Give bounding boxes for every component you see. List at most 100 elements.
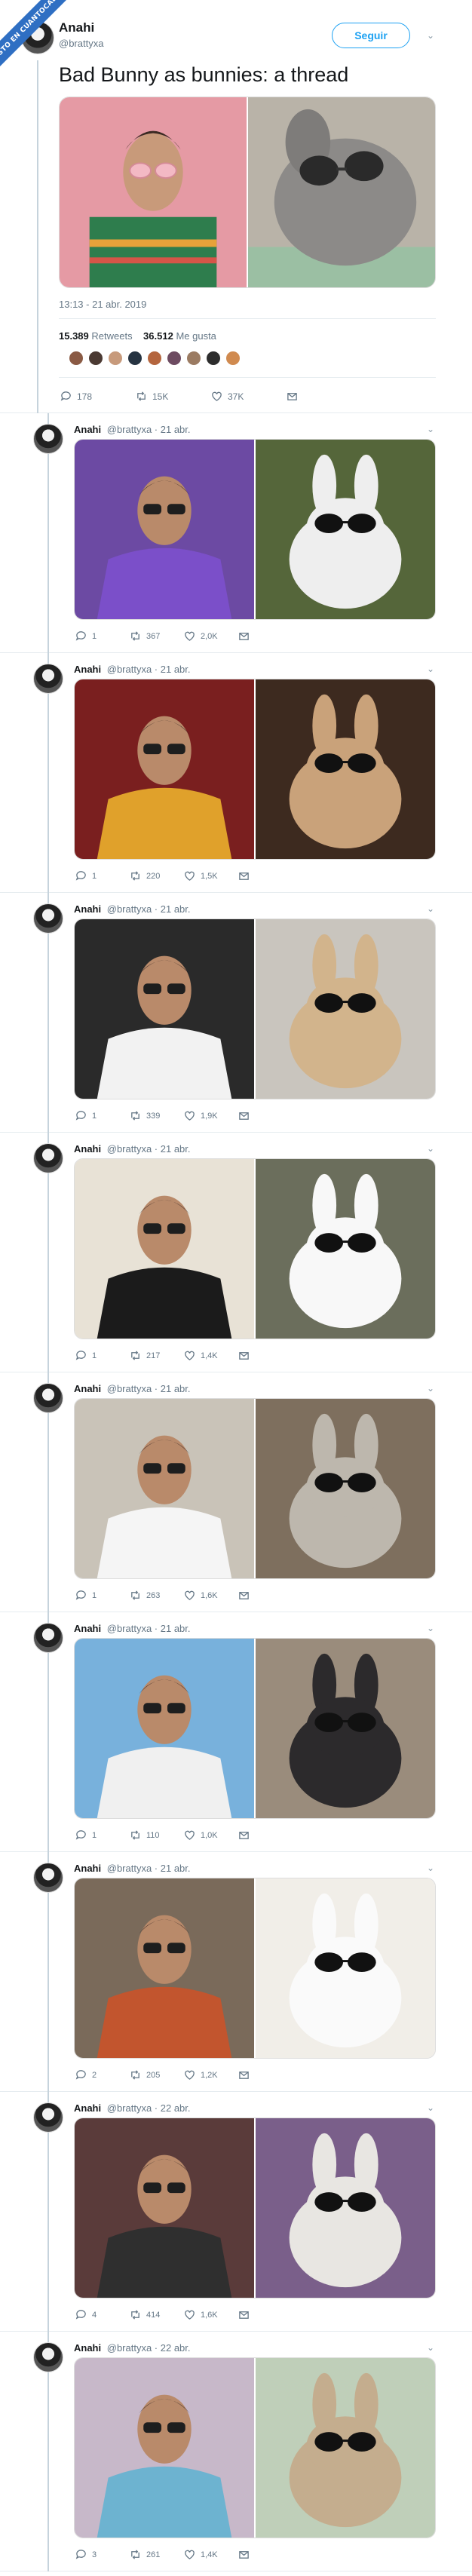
follow-button[interactable]: Seguir bbox=[332, 23, 410, 48]
dm-button[interactable] bbox=[238, 2309, 253, 2320]
avatar[interactable] bbox=[33, 424, 63, 454]
author-name[interactable]: Anahi bbox=[74, 1623, 101, 1634]
like-button[interactable]: 1,9K bbox=[184, 1110, 238, 1121]
author-meta[interactable]: @brattyxa · 21 abr. bbox=[107, 903, 191, 915]
tweet-media[interactable] bbox=[59, 97, 436, 288]
tweet-media[interactable] bbox=[74, 1878, 436, 2059]
author-name[interactable]: Anahi bbox=[74, 424, 101, 435]
bad-bunny-photo[interactable] bbox=[75, 1639, 254, 1818]
bunny-photo[interactable] bbox=[256, 679, 435, 859]
bunny-photo[interactable] bbox=[256, 1878, 435, 2058]
liker-avatar[interactable] bbox=[146, 350, 163, 366]
avatar[interactable] bbox=[33, 903, 63, 934]
bunny-photo[interactable] bbox=[248, 97, 435, 287]
like-button[interactable]: 1,4K bbox=[184, 2549, 238, 2560]
author-name[interactable]: Anahi bbox=[74, 1383, 101, 1394]
timestamp[interactable]: 13:13 - 21 abr. 2019 bbox=[59, 299, 146, 310]
tweet-media[interactable] bbox=[74, 1158, 436, 1339]
author-meta[interactable]: @brattyxa · 22 abr. bbox=[107, 2342, 191, 2354]
avatar[interactable] bbox=[33, 1383, 63, 1413]
retweet-count-label[interactable]: Retweets bbox=[91, 330, 132, 342]
retweet-count[interactable]: 15.389 bbox=[59, 330, 89, 342]
author-name[interactable]: Anahi bbox=[74, 1863, 101, 1874]
retweet-button[interactable]: 263 bbox=[130, 1590, 184, 1601]
dm-button[interactable] bbox=[238, 870, 253, 882]
author-meta[interactable]: @brattyxa · 21 abr. bbox=[107, 424, 191, 435]
reply-button[interactable]: 3 bbox=[75, 2549, 130, 2560]
reply-button[interactable]: 1 bbox=[75, 1590, 130, 1601]
dm-button[interactable] bbox=[238, 1350, 253, 1361]
tweet-media[interactable] bbox=[74, 2118, 436, 2298]
liker-avatar[interactable] bbox=[127, 350, 143, 366]
bunny-photo[interactable] bbox=[256, 1159, 435, 1339]
bad-bunny-photo[interactable] bbox=[75, 1159, 254, 1339]
reply-button[interactable]: 1 bbox=[75, 870, 130, 882]
author-name[interactable]: Anahi bbox=[74, 664, 101, 675]
bad-bunny-photo[interactable] bbox=[75, 679, 254, 859]
chevron-down-icon[interactable]: ⌄ bbox=[427, 2342, 434, 2353]
avatar[interactable] bbox=[33, 2342, 63, 2372]
like-button[interactable]: 37K bbox=[211, 391, 265, 402]
like-button[interactable]: 1,6K bbox=[184, 2309, 238, 2320]
like-count[interactable]: 36.512 bbox=[143, 330, 173, 342]
chevron-down-icon[interactable]: ⌄ bbox=[427, 1143, 434, 1154]
like-button[interactable]: 1,4K bbox=[184, 1350, 238, 1361]
retweet-button[interactable]: 217 bbox=[130, 1350, 184, 1361]
bad-bunny-photo[interactable] bbox=[75, 1399, 254, 1578]
liker-avatar[interactable] bbox=[107, 350, 124, 366]
avatar[interactable] bbox=[33, 1863, 63, 1893]
liker-avatar[interactable] bbox=[205, 350, 222, 366]
liker-avatar[interactable] bbox=[87, 350, 104, 366]
dm-button[interactable] bbox=[238, 2549, 253, 2560]
retweet-button[interactable]: 261 bbox=[130, 2549, 184, 2560]
dm-button[interactable] bbox=[238, 630, 253, 642]
tweet-media[interactable] bbox=[74, 2357, 436, 2538]
retweet-button[interactable]: 15K bbox=[136, 391, 190, 402]
author-meta[interactable]: @brattyxa · 21 abr. bbox=[107, 664, 191, 675]
chevron-down-icon[interactable]: ⌄ bbox=[427, 1383, 434, 1394]
bunny-photo[interactable] bbox=[256, 919, 435, 1099]
chevron-down-icon[interactable]: ⌄ bbox=[427, 30, 434, 41]
retweet-button[interactable]: 205 bbox=[130, 2069, 184, 2081]
chevron-down-icon[interactable]: ⌄ bbox=[427, 1863, 434, 1873]
author-meta[interactable]: @brattyxa · 22 abr. bbox=[107, 2102, 191, 2114]
author-name[interactable]: Anahi bbox=[74, 2342, 101, 2354]
author-handle[interactable]: @brattyxa bbox=[59, 38, 103, 49]
retweet-button[interactable]: 339 bbox=[130, 1110, 184, 1121]
bad-bunny-photo[interactable] bbox=[60, 97, 247, 287]
bunny-photo[interactable] bbox=[256, 1639, 435, 1818]
reply-button[interactable]: 2 bbox=[75, 2069, 130, 2081]
avatar[interactable] bbox=[33, 664, 63, 694]
tweet-media[interactable] bbox=[74, 679, 436, 860]
bad-bunny-photo[interactable] bbox=[75, 1878, 254, 2058]
bunny-photo[interactable] bbox=[256, 440, 435, 619]
reply-button[interactable]: 1 bbox=[75, 1110, 130, 1121]
like-count-label[interactable]: Me gusta bbox=[176, 330, 216, 342]
like-button[interactable]: 2,0K bbox=[184, 630, 238, 642]
liker-avatar[interactable] bbox=[185, 350, 202, 366]
author-name[interactable]: Anahi bbox=[74, 2102, 101, 2114]
dm-button[interactable] bbox=[238, 1110, 253, 1121]
tweet-media[interactable] bbox=[74, 918, 436, 1099]
chevron-down-icon[interactable]: ⌄ bbox=[427, 424, 434, 434]
author-name[interactable]: Anahi bbox=[59, 20, 94, 35]
author-meta[interactable]: @brattyxa · 21 abr. bbox=[107, 1623, 191, 1634]
retweet-button[interactable]: 220 bbox=[130, 870, 184, 882]
author-meta[interactable]: @brattyxa · 21 abr. bbox=[107, 1143, 191, 1155]
bad-bunny-photo[interactable] bbox=[75, 2118, 254, 2298]
reply-button[interactable]: 178 bbox=[60, 391, 115, 402]
retweet-button[interactable]: 110 bbox=[130, 1829, 184, 1841]
chevron-down-icon[interactable]: ⌄ bbox=[427, 1623, 434, 1633]
tweet-media[interactable] bbox=[74, 1638, 436, 1819]
avatar[interactable] bbox=[33, 2102, 63, 2133]
dm-button[interactable] bbox=[238, 1590, 253, 1601]
dm-button[interactable] bbox=[238, 1829, 253, 1841]
bunny-photo[interactable] bbox=[256, 2118, 435, 2298]
tweet-media[interactable] bbox=[74, 1398, 436, 1579]
liker-avatar[interactable] bbox=[225, 350, 241, 366]
retweet-button[interactable]: 367 bbox=[130, 630, 184, 642]
dm-button[interactable] bbox=[238, 2069, 253, 2081]
bad-bunny-photo[interactable] bbox=[75, 919, 254, 1099]
tweet-media[interactable] bbox=[74, 439, 436, 620]
dm-button[interactable] bbox=[287, 391, 302, 402]
